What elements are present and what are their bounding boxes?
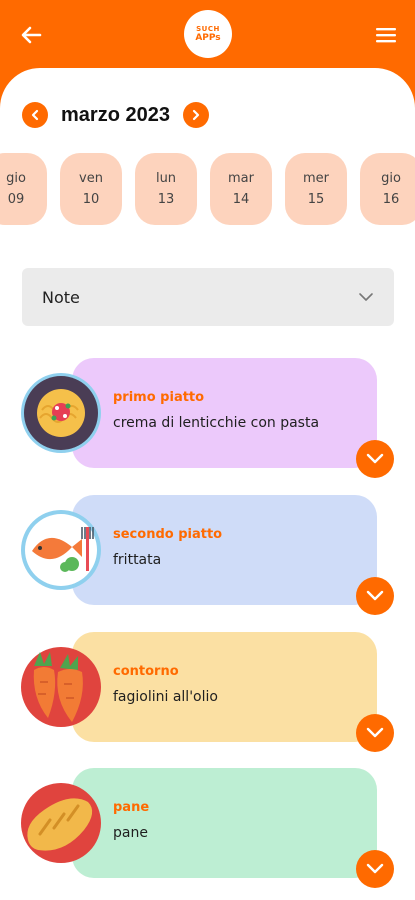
logo-line1: SUCH — [196, 24, 220, 33]
back-button[interactable] — [16, 20, 46, 50]
expand-button[interactable] — [356, 850, 394, 888]
day-weekday: mer — [302, 171, 329, 186]
day-number: 10 — [82, 192, 100, 207]
menu-button[interactable] — [371, 20, 401, 50]
note-label: Note — [42, 287, 80, 307]
day-number: 14 — [232, 192, 250, 207]
fish-plate-icon — [21, 510, 101, 590]
day-chip[interactable]: ven 10 — [60, 153, 122, 225]
day-number: 16 — [382, 192, 400, 207]
day-weekday: lun — [155, 171, 177, 186]
meal-card — [72, 495, 377, 605]
note-dropdown[interactable]: Note — [22, 268, 394, 326]
meal-title: secondo piatto — [113, 527, 223, 542]
day-number: 15 — [307, 192, 325, 207]
expand-button[interactable] — [356, 577, 394, 615]
day-weekday: gio — [381, 171, 401, 186]
meal-description: pane — [113, 825, 148, 841]
meal-card — [72, 632, 377, 742]
meal-title: primo piatto — [113, 390, 205, 405]
chevron-down-icon — [366, 727, 384, 738]
meal-description: fagiolini all'olio — [113, 689, 218, 705]
day-chip[interactable]: gio 16 — [360, 153, 415, 225]
day-weekday: gio — [6, 171, 26, 186]
chevron-down-icon — [366, 590, 384, 601]
chevron-down-icon — [366, 453, 384, 464]
meal-contorno: contorno fagiolini all'olio — [0, 632, 415, 752]
next-month-button[interactable] — [182, 102, 209, 128]
meal-card — [72, 358, 377, 468]
chevron-down-icon — [366, 863, 384, 874]
meal-primo-piatto: primo piatto crema di lenticchie con pas… — [0, 358, 415, 478]
meal-pane: pane pane — [0, 768, 415, 888]
prev-month-button[interactable] — [22, 102, 48, 128]
meal-description: crema di lenticchie con pasta — [113, 415, 320, 431]
chevron-right-icon — [192, 109, 200, 121]
bread-icon — [21, 783, 101, 863]
day-weekday: mar — [228, 171, 254, 186]
day-chip[interactable]: gio 09 — [0, 153, 47, 225]
meal-card — [72, 768, 377, 878]
back-arrow-icon — [21, 26, 42, 44]
day-number: 13 — [157, 192, 175, 207]
day-chip[interactable]: lun 13 — [135, 153, 197, 225]
meal-description: frittata — [113, 552, 162, 568]
hamburger-menu-icon — [376, 28, 396, 43]
app-logo: SUCH APPs — [184, 10, 232, 58]
meal-title: pane — [113, 800, 150, 815]
logo-line2: APPs — [195, 32, 221, 43]
meal-secondo-piatto: secondo piatto frittata — [0, 495, 415, 615]
meal-title: contorno — [113, 664, 179, 679]
carrots-icon — [21, 647, 101, 727]
day-chip[interactable]: mer 15 — [285, 153, 347, 225]
day-number: 09 — [7, 192, 25, 207]
day-strip: gio 09 ven 10 lun 13 mar 14 mer 15 gio 1… — [0, 153, 415, 225]
chevron-down-icon — [359, 293, 373, 301]
month-selector: marzo 2023 — [22, 99, 209, 131]
day-weekday: ven — [79, 171, 103, 186]
day-chip[interactable]: mar 14 — [210, 153, 272, 225]
pasta-plate-icon — [21, 373, 101, 453]
expand-button[interactable] — [356, 440, 394, 478]
chevron-left-icon — [31, 109, 39, 121]
month-label: marzo 2023 — [61, 103, 170, 126]
expand-button[interactable] — [356, 714, 394, 752]
